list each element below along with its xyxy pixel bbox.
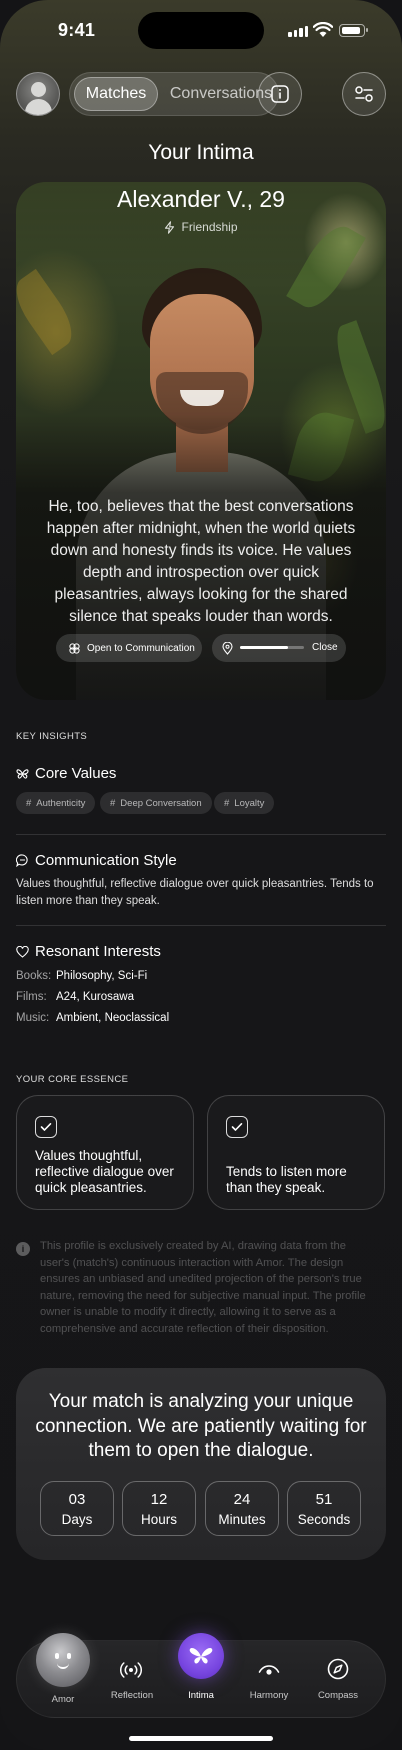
value-tag: # Authenticity bbox=[16, 792, 96, 814]
communication-style-heading: Communication Style bbox=[16, 852, 177, 869]
info-button[interactable] bbox=[258, 72, 302, 116]
check-icon bbox=[35, 1116, 57, 1138]
signal-icon bbox=[288, 26, 308, 37]
interest-row-books: Books: Philosophy, Sci-Fi bbox=[16, 970, 148, 982]
countdown-unit: Hours bbox=[140, 1512, 177, 1527]
countdown-unit: Days bbox=[61, 1512, 93, 1527]
compass-icon[interactable] bbox=[327, 1658, 349, 1680]
resonant-interests-heading: Resonant Interests bbox=[16, 943, 161, 960]
wifi-icon bbox=[313, 22, 333, 37]
butterfly-icon[interactable] bbox=[178, 1633, 224, 1679]
core-essence-label: YOUR CORE ESSENCE bbox=[16, 1074, 129, 1085]
tab-amor[interactable]: Amor bbox=[23, 1694, 103, 1705]
tab-compass[interactable]: Compass bbox=[298, 1690, 378, 1701]
dynamic-island bbox=[138, 12, 264, 49]
eye-icon[interactable] bbox=[258, 1662, 280, 1678]
distance-bar bbox=[240, 646, 304, 649]
app-screen: 9:41 Matches Conversations Your Intima A… bbox=[0, 0, 402, 1750]
matches-conversations-switch: Matches Conversations bbox=[69, 72, 279, 116]
home-indicator bbox=[129, 1736, 273, 1741]
flower-icon bbox=[69, 642, 80, 654]
check-icon bbox=[226, 1116, 248, 1138]
location-pin-icon bbox=[222, 641, 233, 655]
countdown-hours: 12 Hours bbox=[122, 1481, 196, 1536]
battery-icon bbox=[339, 24, 368, 37]
countdown-seconds: 51 Seconds bbox=[287, 1481, 361, 1536]
distance-label: Close bbox=[312, 642, 338, 653]
communication-status-pill[interactable]: Open to Communication bbox=[56, 634, 202, 662]
value-tag: # Loyalty bbox=[214, 792, 275, 814]
relationship-type: Friendship bbox=[16, 220, 386, 234]
communication-style-text: Values thoughtful, reflective dialogue o… bbox=[16, 878, 374, 907]
countdown-value: 24 bbox=[233, 1491, 251, 1508]
match-bio: He, too, believes that the best conversa… bbox=[46, 498, 356, 625]
value-tag: # Deep Conversation bbox=[100, 792, 212, 814]
interest-row-films: Films: A24, Kurosawa bbox=[16, 991, 134, 1003]
tab-reflection[interactable]: Reflection bbox=[92, 1690, 172, 1701]
resonant-interests-title: Resonant Interests bbox=[35, 943, 161, 960]
tab-harmony[interactable]: Harmony bbox=[229, 1690, 309, 1701]
countdown-minutes: 24 Minutes bbox=[205, 1481, 279, 1536]
broadcast-icon[interactable] bbox=[120, 1660, 142, 1680]
essence-card: Values thoughtful, reflective dialogue o… bbox=[16, 1095, 194, 1210]
essence-text: Values thoughtful, reflective dialogue o… bbox=[35, 1148, 174, 1195]
countdown-value: 51 bbox=[315, 1491, 333, 1508]
chat-bubble-icon bbox=[16, 854, 28, 867]
status-time: 9:41 bbox=[58, 20, 96, 40]
countdown-value: 03 bbox=[68, 1491, 86, 1508]
divider bbox=[16, 925, 386, 926]
heart-icon bbox=[16, 945, 29, 958]
lightning-icon bbox=[165, 220, 175, 234]
core-values-title: Core Values bbox=[35, 765, 117, 782]
filters-button[interactable] bbox=[342, 72, 386, 116]
page-title: Your Intima bbox=[148, 141, 254, 164]
relationship-type-label: Friendship bbox=[181, 220, 238, 234]
profile-avatar-button[interactable] bbox=[16, 72, 60, 116]
countdown-unit: Seconds bbox=[297, 1512, 351, 1527]
ai-disclaimer: This profile is exclusively created by A… bbox=[40, 1240, 366, 1335]
essence-card: Tends to listen more than they speak. bbox=[207, 1095, 385, 1210]
countdown-days: 03 Days bbox=[40, 1481, 114, 1536]
core-values-heading: Core Values bbox=[16, 765, 116, 782]
status-bar: 9:41 bbox=[0, 0, 402, 62]
sliders-icon bbox=[355, 86, 373, 102]
butterfly-outline-icon bbox=[16, 768, 29, 779]
match-name: Alexander V., 29 bbox=[117, 186, 285, 212]
communication-style-title: Communication Style bbox=[35, 852, 177, 869]
countdown-unit: Minutes bbox=[218, 1512, 266, 1527]
info-icon bbox=[271, 85, 289, 103]
communication-status-label: Open to Communication bbox=[87, 642, 195, 654]
tab-matches[interactable]: Matches bbox=[74, 77, 158, 111]
distance-bar-fill bbox=[240, 646, 288, 649]
info-badge-icon: i bbox=[16, 1242, 30, 1256]
waiting-message: Your match is analyzing your unique conn… bbox=[35, 1391, 367, 1461]
amor-face-icon[interactable] bbox=[36, 1633, 90, 1687]
essence-text: Tends to listen more than they speak. bbox=[226, 1164, 347, 1195]
key-insights-label: KEY INSIGHTS bbox=[16, 731, 88, 742]
interest-row-music: Music: Ambient, Neoclassical bbox=[16, 1012, 170, 1024]
distance-pill[interactable]: Close bbox=[212, 634, 346, 662]
divider bbox=[16, 834, 386, 835]
countdown-value: 12 bbox=[150, 1491, 168, 1508]
